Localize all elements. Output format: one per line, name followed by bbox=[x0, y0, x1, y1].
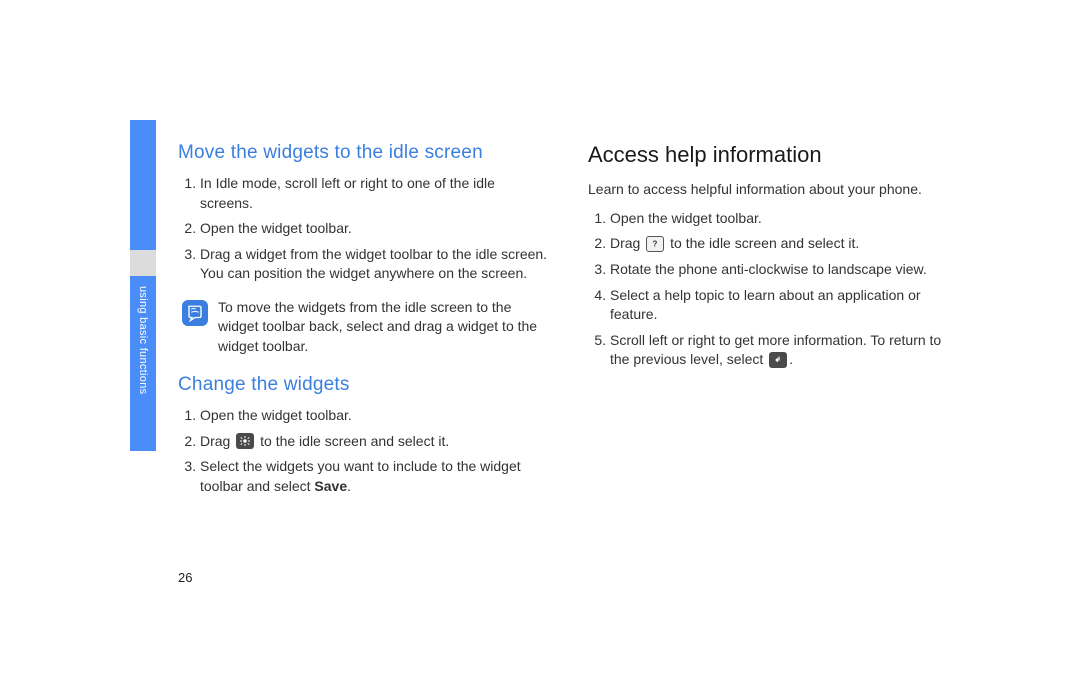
content-columns: Move the widgets to the idle screen In I… bbox=[178, 142, 968, 510]
text-fragment: to the idle screen and select it. bbox=[666, 235, 859, 251]
step-text: Drag a widget from the widget toolbar to… bbox=[200, 245, 548, 284]
text-fragment: Drag bbox=[610, 235, 644, 251]
step-text: Scroll left or right to get more informa… bbox=[610, 331, 958, 370]
heading-change-widgets: Change the widgets bbox=[178, 374, 548, 396]
step-text: Open the widget toolbar. bbox=[610, 209, 958, 229]
left-column: Move the widgets to the idle screen In I… bbox=[178, 142, 548, 510]
step-text: Select the widgets you want to include t… bbox=[200, 457, 548, 496]
right-column: Access help information Learn to access … bbox=[588, 142, 958, 510]
svg-text:?: ? bbox=[653, 239, 658, 248]
step-text: Open the widget toolbar. bbox=[200, 219, 548, 239]
manual-page: using basic functions Move the widgets t… bbox=[0, 0, 1080, 696]
side-tab-grey bbox=[130, 250, 156, 276]
heading-access-help: Access help information bbox=[588, 142, 958, 168]
text-fragment: Select the widgets you want to include t… bbox=[200, 458, 521, 494]
side-tab-label: using basic functions bbox=[137, 286, 149, 394]
text-fragment: Drag bbox=[200, 433, 234, 449]
step-text: Rotate the phone anti-clockwise to lands… bbox=[610, 260, 958, 280]
question-icon: ? bbox=[646, 236, 664, 252]
step-text: Drag ? to the idle screen and select it. bbox=[610, 234, 958, 254]
note-text: To move the widgets from the idle screen… bbox=[218, 298, 548, 356]
intro-para: Learn to access helpful information abou… bbox=[588, 180, 958, 199]
change-widgets-steps: Open the widget toolbar. Drag to the idl… bbox=[178, 406, 548, 496]
step-text: Open the widget toolbar. bbox=[200, 406, 548, 426]
text-fragment: . bbox=[789, 351, 793, 367]
text-fragment: to the idle screen and select it. bbox=[256, 433, 449, 449]
bold-save: Save bbox=[314, 478, 347, 494]
move-widgets-steps: In Idle mode, scroll left or right to on… bbox=[178, 174, 548, 284]
access-help-steps: Open the widget toolbar. Drag ? to the i… bbox=[588, 209, 958, 370]
step-text: Drag to the idle screen and select it. bbox=[200, 432, 548, 452]
page-number: 26 bbox=[178, 570, 192, 585]
return-icon bbox=[769, 352, 787, 368]
step-text: Select a help topic to learn about an ap… bbox=[610, 286, 958, 325]
side-tab-blue-bottom: using basic functions bbox=[130, 276, 156, 451]
gear-icon bbox=[236, 433, 254, 449]
heading-move-widgets: Move the widgets to the idle screen bbox=[178, 142, 548, 164]
side-tab-blue-top bbox=[130, 120, 156, 250]
step-text: In Idle mode, scroll left or right to on… bbox=[200, 174, 548, 213]
note-icon bbox=[182, 300, 208, 326]
text-fragment: . bbox=[347, 478, 351, 494]
side-tab: using basic functions bbox=[130, 120, 156, 580]
note-row: To move the widgets from the idle screen… bbox=[182, 298, 548, 356]
